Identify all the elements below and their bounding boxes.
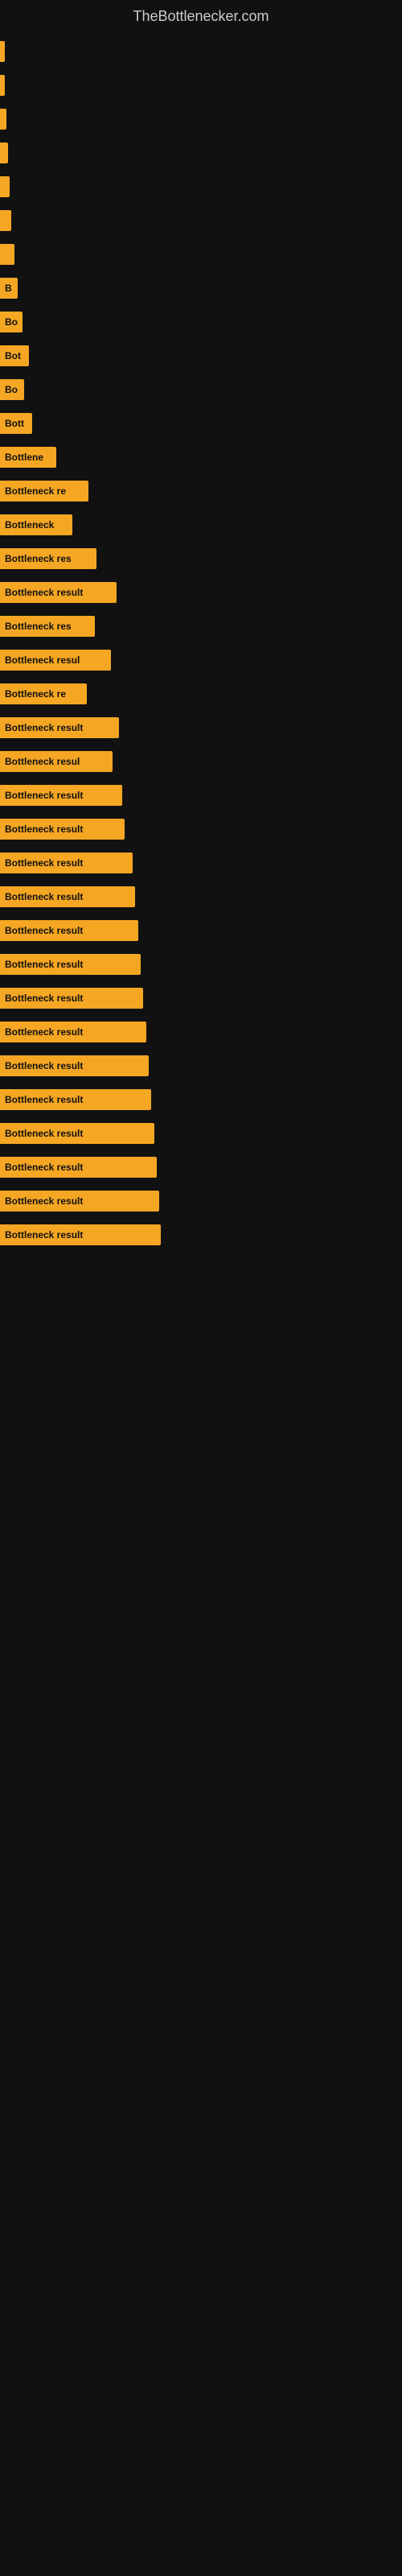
result-bar bbox=[0, 244, 14, 265]
result-bar: Bottleneck bbox=[0, 514, 72, 535]
result-bar bbox=[0, 109, 6, 130]
result-bar: Bot bbox=[0, 345, 29, 366]
site-header: TheBottlenecker.com bbox=[0, 0, 402, 29]
bar-row: Bottleneck result bbox=[0, 1187, 402, 1216]
result-bar: Bott bbox=[0, 413, 32, 434]
bar-row: Bottleneck re bbox=[0, 477, 402, 506]
bar-row: Bottleneck resul bbox=[0, 747, 402, 776]
result-bar: Bottleneck res bbox=[0, 616, 95, 637]
result-bar: Bottleneck re bbox=[0, 481, 88, 502]
bar-row: Bottleneck result bbox=[0, 1153, 402, 1182]
bar-row bbox=[0, 71, 402, 100]
bar-row: Bottleneck re bbox=[0, 679, 402, 708]
result-bar: Bottleneck result bbox=[0, 852, 133, 873]
bar-row: Bottleneck result bbox=[0, 984, 402, 1013]
bar-row bbox=[0, 37, 402, 66]
bars-container: B Bo Bot Bo Bott Bottlene Bottleneck re Bottlen… bbox=[0, 29, 402, 1254]
result-bar: Bottleneck resul bbox=[0, 650, 111, 671]
bar-row: Bott bbox=[0, 409, 402, 438]
bar-row: Bottleneck result bbox=[0, 1119, 402, 1148]
result-bar bbox=[0, 75, 5, 96]
result-bar: Bottleneck result bbox=[0, 1191, 159, 1212]
result-bar: Bottleneck result bbox=[0, 988, 143, 1009]
bar-row bbox=[0, 138, 402, 167]
site-title: TheBottlenecker.com bbox=[0, 0, 402, 29]
bar-row: Bottleneck res bbox=[0, 544, 402, 573]
result-bar: Bottleneck result bbox=[0, 582, 117, 603]
result-bar: Bottleneck result bbox=[0, 1055, 149, 1076]
result-bar: Bo bbox=[0, 312, 23, 332]
bar-row: Bottleneck result bbox=[0, 916, 402, 945]
bar-row bbox=[0, 240, 402, 269]
bar-row: Bottleneck result bbox=[0, 815, 402, 844]
result-bar bbox=[0, 210, 11, 231]
result-bar: Bottleneck res bbox=[0, 548, 96, 569]
bar-row: Bottleneck result bbox=[0, 1018, 402, 1046]
result-bar: B bbox=[0, 278, 18, 299]
bar-row: Bo bbox=[0, 308, 402, 336]
result-bar bbox=[0, 41, 5, 62]
result-bar: Bottleneck result bbox=[0, 1022, 146, 1042]
result-bar: Bottleneck result bbox=[0, 886, 135, 907]
bar-row bbox=[0, 172, 402, 201]
bar-row: Bottleneck result bbox=[0, 781, 402, 810]
result-bar: Bottleneck result bbox=[0, 1089, 151, 1110]
bar-row: Bo bbox=[0, 375, 402, 404]
bar-row: Bottleneck result bbox=[0, 1085, 402, 1114]
result-bar: Bottleneck result bbox=[0, 954, 141, 975]
bar-row: Bottleneck result bbox=[0, 882, 402, 911]
result-bar bbox=[0, 176, 10, 197]
result-bar: Bottleneck result bbox=[0, 717, 119, 738]
bar-row: Bottleneck result bbox=[0, 1220, 402, 1249]
bar-row: Bottleneck result bbox=[0, 950, 402, 979]
result-bar: Bottlene bbox=[0, 447, 56, 468]
result-bar: Bottleneck result bbox=[0, 785, 122, 806]
bar-row bbox=[0, 105, 402, 134]
result-bar: Bottleneck result bbox=[0, 1123, 154, 1144]
result-bar: Bottleneck resul bbox=[0, 751, 113, 772]
bar-row: Bottleneck result bbox=[0, 1051, 402, 1080]
result-bar: Bottleneck result bbox=[0, 819, 125, 840]
bar-row: Bottleneck bbox=[0, 510, 402, 539]
bar-row: Bottleneck res bbox=[0, 612, 402, 641]
result-bar: Bottleneck result bbox=[0, 920, 138, 941]
bar-row: Bot bbox=[0, 341, 402, 370]
result-bar: Bottleneck result bbox=[0, 1157, 157, 1178]
result-bar bbox=[0, 142, 8, 163]
bar-row: Bottleneck result bbox=[0, 578, 402, 607]
result-bar: Bottleneck result bbox=[0, 1224, 161, 1245]
result-bar: Bo bbox=[0, 379, 24, 400]
result-bar: Bottleneck re bbox=[0, 683, 87, 704]
bar-row: Bottleneck resul bbox=[0, 646, 402, 675]
bar-row: Bottleneck result bbox=[0, 848, 402, 877]
bar-row: Bottlene bbox=[0, 443, 402, 472]
bar-row: Bottleneck result bbox=[0, 713, 402, 742]
bar-row: B bbox=[0, 274, 402, 303]
bar-row bbox=[0, 206, 402, 235]
